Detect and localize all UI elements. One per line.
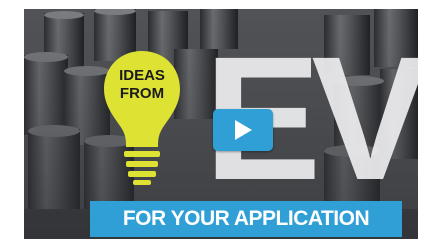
- play-button[interactable]: [213, 109, 273, 151]
- play-icon: [235, 120, 252, 140]
- caption-banner: FOR YOUR APPLICATION: [90, 201, 402, 237]
- bulb-text-line2: FROM: [119, 85, 165, 102]
- video-thumbnail[interactable]: IDEAS FROM EV FOR YOUR APPLICATION: [24, 9, 418, 239]
- bulb-text-line1: IDEAS: [119, 67, 165, 84]
- banner-text: FOR YOUR APPLICATION: [122, 207, 370, 230]
